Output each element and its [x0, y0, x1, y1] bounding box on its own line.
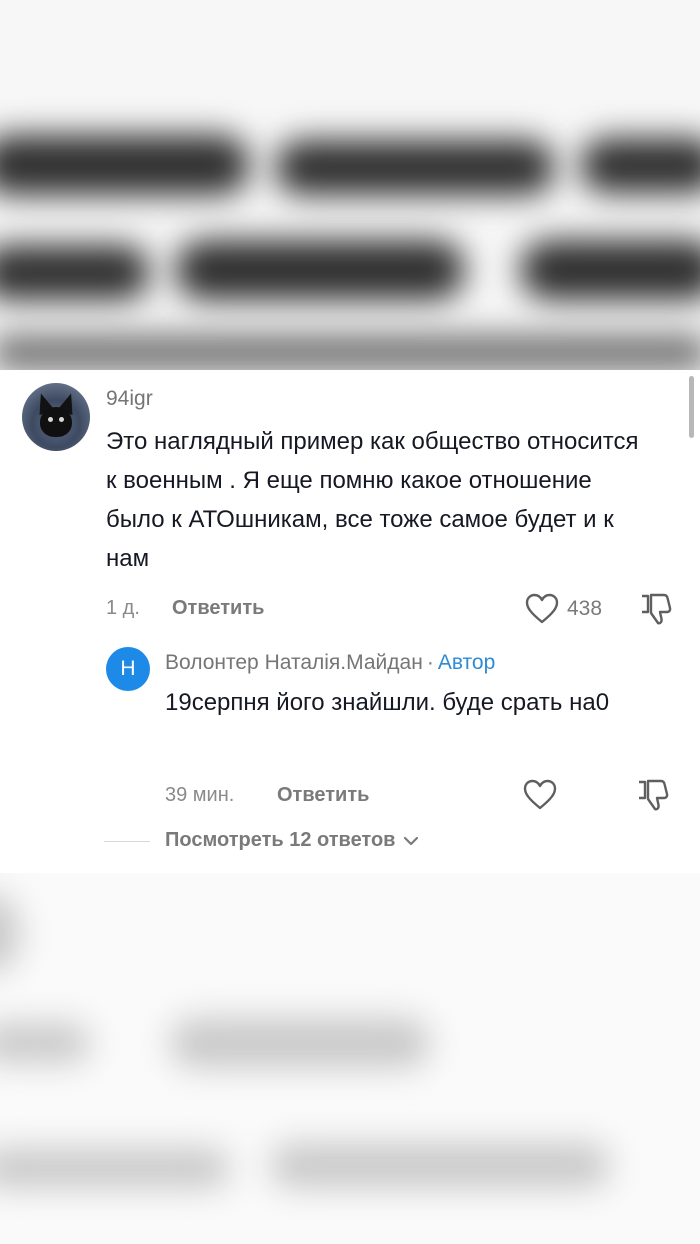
- author-badge: Автор: [437, 651, 496, 674]
- comment-text: Это наглядный пример как общество относи…: [106, 428, 639, 572]
- reply-dislike-icon[interactable]: [637, 778, 669, 812]
- reply-text: 19серпня його знайшли. буде срать на0: [165, 689, 610, 716]
- blurred-background-top: [0, 0, 700, 370]
- comment-username[interactable]: 94igr: [106, 387, 153, 411]
- blurred-background-bottom: [0, 873, 700, 1244]
- reply-reply-button[interactable]: Ответить: [277, 784, 369, 807]
- reply-time: 39 мин.: [165, 784, 235, 806]
- dislike-icon[interactable]: [640, 592, 672, 626]
- reply-heart-outline-icon[interactable]: [523, 779, 557, 811]
- view-replies-divider: [104, 841, 150, 842]
- comment-time: 1 д.: [106, 597, 140, 619]
- like-count: 438: [567, 597, 603, 620]
- reply-author-line: Волонтер Наталія.Майдан · Автор: [165, 651, 495, 675]
- view-replies-button[interactable]: Посмотреть 12 ответов: [165, 829, 419, 852]
- chevron-down-icon: [403, 836, 419, 845]
- view-replies-label: Посмотреть 12 ответов: [165, 829, 396, 851]
- reply-username[interactable]: Волонтер Наталія.Майдан: [165, 651, 423, 674]
- separator-dot: ·: [426, 651, 434, 674]
- heart-outline-icon[interactable]: [525, 593, 559, 625]
- user-avatar[interactable]: [22, 383, 90, 451]
- comment-reply-button[interactable]: Ответить: [172, 597, 264, 620]
- reply-avatar[interactable]: Н: [106, 647, 150, 691]
- scrollbar[interactable]: [689, 376, 694, 438]
- comment-card: 94igr Это наглядный пример как общество …: [0, 370, 700, 873]
